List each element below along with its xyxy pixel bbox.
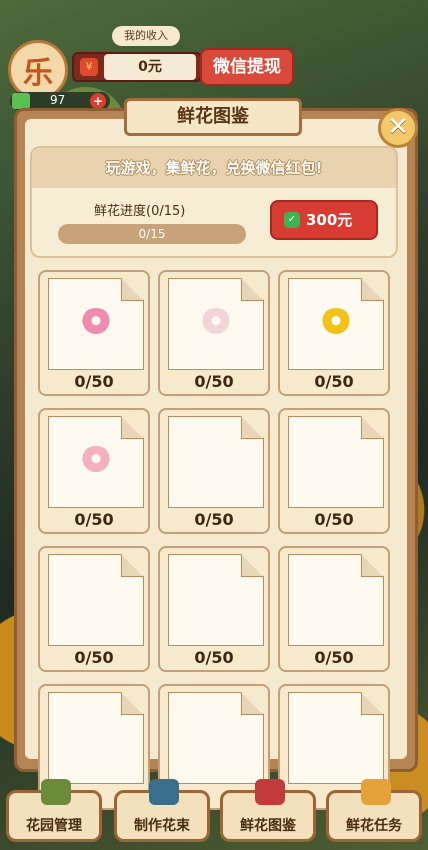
coin-icon: ¥ [80,58,98,76]
panel-title: 鲜花图鉴 [124,98,302,136]
nav-button[interactable]: 鲜花图鉴 [220,779,316,842]
flower-card[interactable]: 0/50 [158,270,270,396]
wechat-withdraw-button[interactable]: 微信提现 [200,48,294,86]
flower-card[interactable]: 0/50 [278,546,390,672]
cash-icon [12,93,30,109]
book-icon [255,779,285,805]
card-frame: 0/50 [278,270,390,396]
redeem-reward-button[interactable]: ✓ 300元 [270,200,378,240]
flower-card[interactable]: 0/50 [158,546,270,672]
card-frame: 0/50 [278,408,390,534]
flower-count: 0/50 [74,510,114,529]
white-peony-icon [200,308,232,336]
page-fold [361,692,384,715]
page-fold [241,692,264,715]
add-cash-button[interactable]: + [90,93,106,109]
income-value: 0元 [104,54,196,80]
flower-count: 0/50 [74,648,114,667]
player-avatar[interactable]: 乐 [8,40,68,100]
bouquet-icon [149,779,179,805]
card-frame: 0/50 [38,546,150,672]
income-bar: ¥ 0元 [72,52,202,82]
card-frame: 0/50 [38,270,150,396]
reward-label: 300元 [306,211,353,229]
envelope-icon [361,779,391,805]
progress-card: 玩游戏，集鲜花，兑换微信红包! 鲜花进度(0/15) 0/15 ✓ 300元 [30,146,398,258]
wechat-icon: ✓ [284,212,300,228]
card-frame: 0/50 [278,546,390,672]
garden-icon [41,779,71,805]
flower-count: 0/50 [74,372,114,391]
flower-card[interactable]: 0/50 [38,270,150,396]
cash-value: 97 [50,93,66,107]
pink-peony-icon [80,308,112,336]
flower-count: 0/50 [194,648,234,667]
flower-card[interactable]: 0/50 [278,270,390,396]
page-fold [361,278,384,301]
progress-label: 鲜花进度(0/15) [94,204,186,219]
nav-button[interactable]: 鲜花任务 [326,779,422,842]
nav-button[interactable]: 制作花束 [114,779,210,842]
card-frame: 0/50 [158,270,270,396]
page-fold [361,416,384,439]
nav-button[interactable]: 花园管理 [6,779,102,842]
chrysanthemum-icon [320,308,352,336]
card-frame: 0/50 [158,408,270,534]
slogan-text: 玩游戏，集鲜花，兑换微信红包! [32,148,396,188]
card-frame: 0/50 [158,546,270,672]
flower-count: 0/50 [314,648,354,667]
page-fold [241,416,264,439]
page-fold [361,554,384,577]
flower-count: 0/50 [194,372,234,391]
page-fold [241,554,264,577]
flower-card[interactable]: 0/50 [278,408,390,534]
avatar-char: 乐 [23,56,53,91]
bottom-nav: 花园管理 制作花束 鲜花图鉴 鲜花任务 [0,770,428,850]
card-frame: 0/50 [38,408,150,534]
flower-card[interactable]: 0/50 [38,546,150,672]
close-button[interactable]: ✕ [378,108,418,148]
flower-count: 0/50 [314,372,354,391]
flower-count: 0/50 [314,510,354,529]
income-label: 我的收入 [112,26,180,46]
flower-card[interactable]: 0/50 [38,408,150,534]
pink-lotus-icon [80,446,112,474]
page-fold [241,278,264,301]
nav-label: 制作花束 [134,818,190,834]
nav-label: 鲜花图鉴 [240,818,296,834]
nav-label: 花园管理 [26,818,82,834]
flower-count: 0/50 [194,510,234,529]
flower-card[interactable]: 0/50 [158,408,270,534]
progress-bar: 0/15 [58,224,246,244]
nav-label: 鲜花任务 [346,818,402,834]
progress-text: 0/15 [138,227,166,241]
